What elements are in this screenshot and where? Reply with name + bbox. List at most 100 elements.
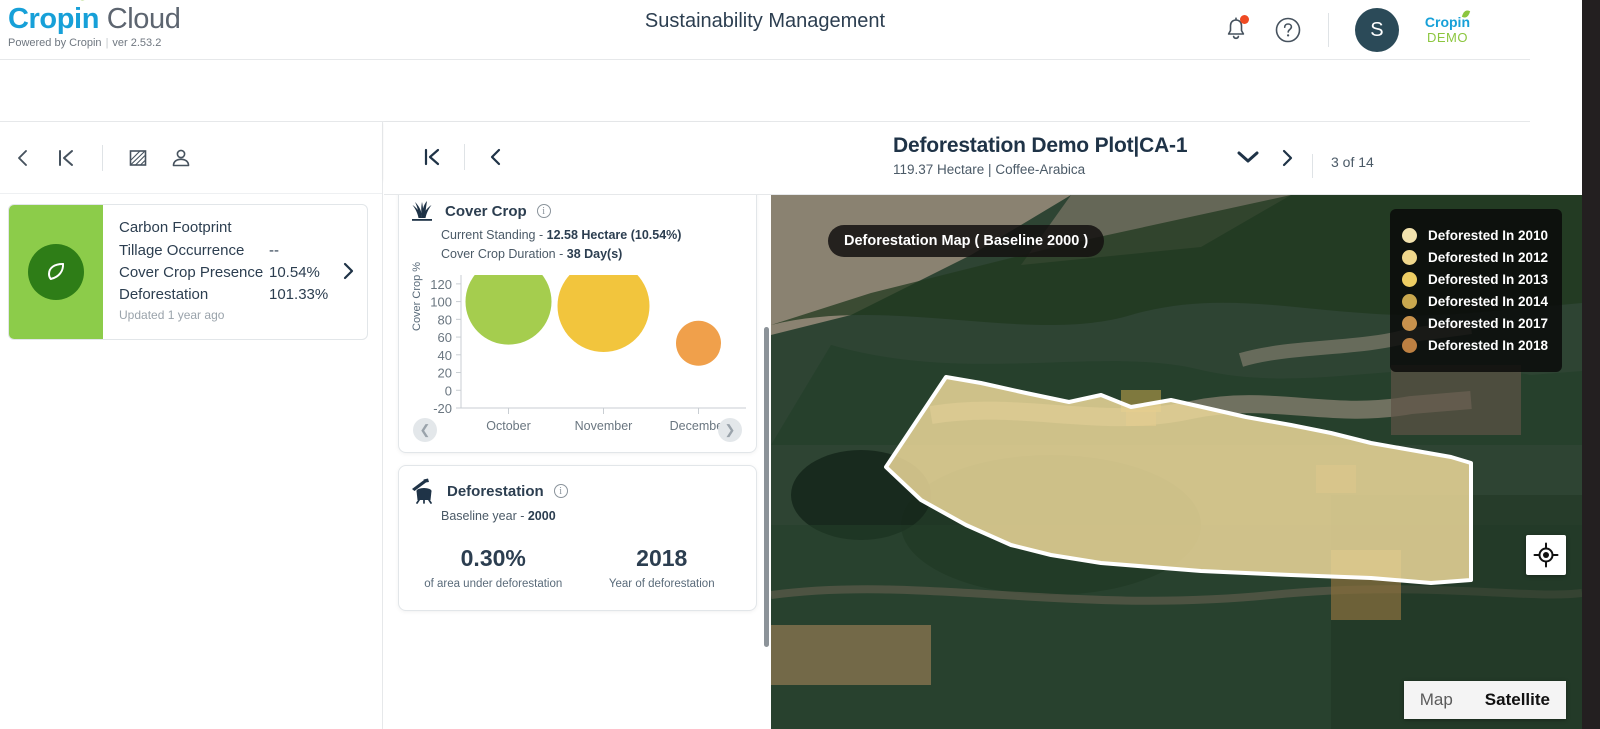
metric-value: 10.54% — [269, 264, 320, 281]
svg-text:20: 20 — [438, 366, 452, 381]
card-metric-row: Cover Crop Presence 10.54% — [119, 264, 355, 281]
baseline-label: Baseline year - — [441, 509, 525, 523]
deforestation-baseline: Baseline year - 2000 — [441, 509, 746, 523]
card-body: Carbon Footprint Tillage Occurrence -- C… — [103, 205, 367, 339]
deforestation-card: Deforestation i Baseline year - 2000 0.3… — [398, 465, 757, 611]
stat-value: 0.30% — [460, 545, 526, 571]
deforestation-stats: 0.30% of area under deforestation 2018 Y… — [409, 545, 746, 602]
legend-item[interactable]: Deforested In 2018 — [1402, 338, 1550, 353]
svg-text:40: 40 — [438, 348, 452, 363]
cover-crop-title: Cover Crop — [445, 202, 527, 220]
leaf-badge-icon — [28, 244, 84, 300]
legend-color-swatch — [1402, 272, 1417, 287]
card-metric-row: Deforestation 101.33% — [119, 286, 355, 303]
legend-item[interactable]: Deforested In 2014 — [1402, 294, 1550, 309]
deforestation-map[interactable]: Deforestation Map ( Baseline 2000 ) Defo… — [771, 195, 1582, 729]
duration-label: Cover Crop Duration - — [441, 247, 564, 261]
header-actions: S Cropin DEMO — [1224, 0, 1471, 60]
powered-by-text: Powered by Cropin — [8, 37, 102, 49]
chart-prev-button[interactable]: ❮ — [413, 418, 437, 442]
locate-me-icon[interactable] — [1526, 535, 1566, 575]
deforestation-title: Deforestation — [447, 482, 544, 500]
version-text: ver 2.53.2 — [112, 37, 162, 49]
map-legend: Deforested In 2010 Deforested In 2012 De… — [1390, 209, 1562, 372]
legend-item[interactable]: Deforested In 2013 — [1402, 272, 1550, 287]
deforestation-stat: 2018 Year of deforestation — [578, 545, 747, 592]
cover-crop-bubble-chart: Cover Crop % 120 100 80 60 40 20 0 -20 October No… — [409, 262, 746, 444]
panel-scroll-area[interactable]: Cover Crop i Current Standing - 12.58 He… — [384, 180, 771, 729]
chart-next-button[interactable]: ❯ — [718, 418, 742, 442]
panel-scrollbar-thumb[interactable] — [764, 327, 769, 647]
notification-bell-icon[interactable] — [1224, 15, 1249, 43]
help-circle-icon[interactable] — [1274, 16, 1302, 44]
cover-crop-card: Cover Crop i Current Standing - 12.58 He… — [398, 186, 757, 453]
brand-logo[interactable]: Cropin Cloud Powered by Cropin | ver 2.53.… — [8, 0, 181, 49]
plot-outline-icon[interactable] — [127, 147, 149, 169]
legend-item[interactable]: Deforested In 2010 — [1402, 228, 1550, 243]
legend-item[interactable]: Deforested In 2012 — [1402, 250, 1550, 265]
card-updated-text: Updated 1 year ago — [119, 308, 225, 322]
stat-label: Year of deforestation — [608, 578, 715, 590]
demo-logo-bottom: DEMO — [1426, 29, 1468, 45]
header-divider — [1327, 13, 1329, 47]
map-type-satellite[interactable]: Satellite — [1469, 690, 1566, 710]
legend-label: Deforested In 2017 — [1428, 316, 1549, 331]
map-type-switcher: Map Satellite — [1403, 681, 1566, 719]
map-title-label: Deforestation Map ( Baseline 2000 ) — [828, 225, 1105, 257]
legend-color-swatch — [1402, 228, 1417, 243]
prev-plot-icon[interactable] — [485, 145, 507, 169]
cover-crop-duration: Cover Crop Duration - 38 Day(s) — [441, 247, 746, 261]
metric-label: Tillage Occurrence — [119, 242, 245, 259]
back-chevron-icon[interactable] — [12, 147, 34, 169]
plot-title: Deforestation Demo Plot|CA-1 — [893, 134, 1188, 157]
plot-dropdown-chevron-down-icon[interactable] — [1237, 150, 1259, 164]
deforestation-stat: 0.30% of area under deforestation — [409, 545, 578, 592]
chevron-right-icon[interactable] — [339, 261, 357, 281]
carbon-footprint-panel: Carbon Footprint — [384, 122, 771, 729]
svg-text:60: 60 — [438, 330, 452, 345]
first-page-icon[interactable] — [54, 147, 78, 169]
plot-nav-divider — [464, 144, 465, 170]
page-edge-strip — [1582, 0, 1600, 729]
metric-label: Cover Crop Presence — [119, 264, 264, 281]
next-plot-icon[interactable] — [1276, 146, 1298, 170]
chart-canvas: 120100806040200-20October November Decembe… — [430, 275, 746, 433]
filter-bar: Current Projects Plot Intelligence Demo … — [0, 60, 1530, 172]
info-icon[interactable]: i — [536, 204, 551, 218]
svg-text:80: 80 — [438, 312, 452, 327]
notification-badge — [1239, 15, 1249, 24]
metric-value: -- — [269, 242, 279, 259]
legend-label: Deforested In 2012 — [1428, 250, 1549, 265]
plot-subtitle: 119.37 Hectare | Coffee-Arabica — [893, 162, 1086, 177]
baseline-value: 2000 — [527, 509, 556, 523]
svg-text:120: 120 — [430, 277, 452, 292]
legend-label: Deforested In 2018 — [1428, 338, 1549, 353]
demo-tenant-logo: Cropin DEMO — [1425, 9, 1471, 45]
first-plot-icon[interactable] — [420, 145, 444, 169]
plot-nav — [420, 144, 507, 170]
legend-color-swatch — [1402, 250, 1417, 265]
brand-cloud-text: Cloud — [106, 3, 181, 35]
farmer-icon[interactable] — [169, 147, 193, 169]
info-icon[interactable]: i — [553, 484, 568, 498]
standing-label: Current Standing - — [441, 228, 544, 242]
plot-identity: Deforestation Demo Plot|CA-1 119.37 Hect… — [893, 134, 1188, 177]
sidebar-toolbar — [0, 122, 382, 194]
brand-cropin-text: Cropin — [8, 3, 100, 35]
legend-label: Deforested In 2013 — [1428, 272, 1549, 287]
svg-text:100: 100 — [430, 295, 452, 310]
map-type-map[interactable]: Map — [1404, 690, 1469, 710]
svg-text:0: 0 — [445, 383, 452, 398]
metric-label: Deforestation — [119, 286, 209, 303]
plot-counter: 3 of 14 — [1312, 154, 1374, 178]
metric-value: 101.33% — [269, 286, 329, 303]
carbon-footprint-card[interactable]: Carbon Footprint Tillage Occurrence -- C… — [8, 204, 368, 340]
chart-y-axis-label: Cover Crop % — [411, 261, 423, 331]
stat-label: of area under deforestation — [424, 578, 563, 590]
avatar[interactable]: S — [1354, 8, 1399, 52]
toolbar-divider — [102, 144, 103, 171]
cover-crop-standing: Current Standing - 12.58 Hectare (10.54%… — [441, 228, 746, 242]
cover-crop-card-head: Cover Crop i — [409, 199, 746, 223]
card-metric-row: Tillage Occurrence -- — [119, 242, 355, 259]
legend-item[interactable]: Deforested In 2017 — [1402, 316, 1550, 331]
